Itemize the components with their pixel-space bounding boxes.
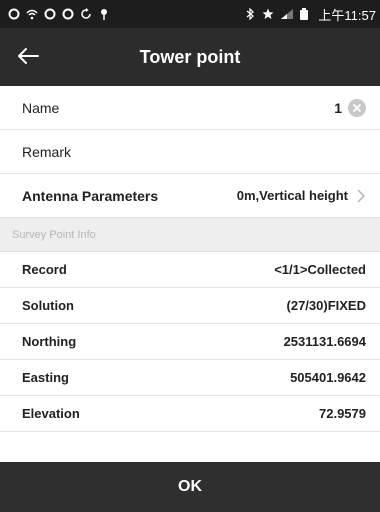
name-row[interactable]: Name 1 xyxy=(0,86,380,130)
battery-icon xyxy=(298,8,310,20)
notification-icon xyxy=(8,8,20,20)
name-field[interactable]: 1 xyxy=(334,100,342,116)
northing-label: Northing xyxy=(22,334,77,349)
antenna-parameters-row[interactable]: Antenna Parameters 0m,Vertical height xyxy=(0,174,380,218)
bluetooth-icon xyxy=(244,7,256,21)
elevation-value: 72.9579 xyxy=(319,406,366,421)
location-icon xyxy=(98,8,110,20)
antenna-parameters-label: Antenna Parameters xyxy=(22,187,159,204)
section-title: Survey Point Info xyxy=(12,228,96,241)
record-value: <1/1>Collected xyxy=(274,262,366,277)
name-value-group: 1 xyxy=(334,98,366,117)
notification-icon xyxy=(44,8,56,20)
solution-row: Solution (27/30)FIXED xyxy=(0,288,380,324)
northing-row: Northing 2531131.6694 xyxy=(0,324,380,360)
status-time: 上午11:57 xyxy=(318,7,376,23)
content: Name 1 Remark Antenna Parameters 0m,Vert… xyxy=(0,86,380,462)
ok-button[interactable]: OK xyxy=(0,462,380,512)
record-row: Record <1/1>Collected xyxy=(0,252,380,288)
wifi-icon xyxy=(26,8,38,20)
status-left-icons xyxy=(8,8,110,20)
northing-value: 2531131.6694 xyxy=(283,334,366,349)
easting-row: Easting 505401.9642 xyxy=(0,360,380,396)
elevation-row: Elevation 72.9579 xyxy=(0,396,380,432)
status-right-icons: 上午11:57 xyxy=(244,5,376,24)
name-label: Name xyxy=(22,99,60,116)
clear-icon[interactable] xyxy=(348,98,366,117)
antenna-parameters-value-group: 0m,Vertical height xyxy=(237,188,366,203)
easting-label: Easting xyxy=(22,370,69,385)
back-button[interactable] xyxy=(8,36,48,76)
page-title: Tower point xyxy=(139,47,241,67)
star-icon xyxy=(262,8,274,20)
tower-point-screen: 上午11:57 Tower point Name 1 Remark Antenn… xyxy=(0,0,380,512)
sync-icon xyxy=(80,8,92,20)
elevation-label: Elevation xyxy=(22,406,80,421)
remark-row[interactable]: Remark xyxy=(0,130,380,174)
solution-value: (27/30)FIXED xyxy=(286,298,366,313)
arrow-left-icon xyxy=(18,48,39,64)
antenna-parameters-value: 0m,Vertical height xyxy=(236,188,348,203)
signal-icon xyxy=(280,8,294,20)
record-label: Record xyxy=(22,262,67,277)
survey-point-info-header: Survey Point Info xyxy=(0,218,380,252)
solution-label: Solution xyxy=(22,298,74,313)
status-bar: 上午11:57 xyxy=(0,0,380,28)
title-bar: Tower point xyxy=(0,28,380,86)
remark-label: Remark xyxy=(22,143,72,160)
notification-icon xyxy=(62,8,74,20)
easting-value: 505401.9642 xyxy=(290,370,366,385)
chevron-right-icon xyxy=(356,188,366,203)
